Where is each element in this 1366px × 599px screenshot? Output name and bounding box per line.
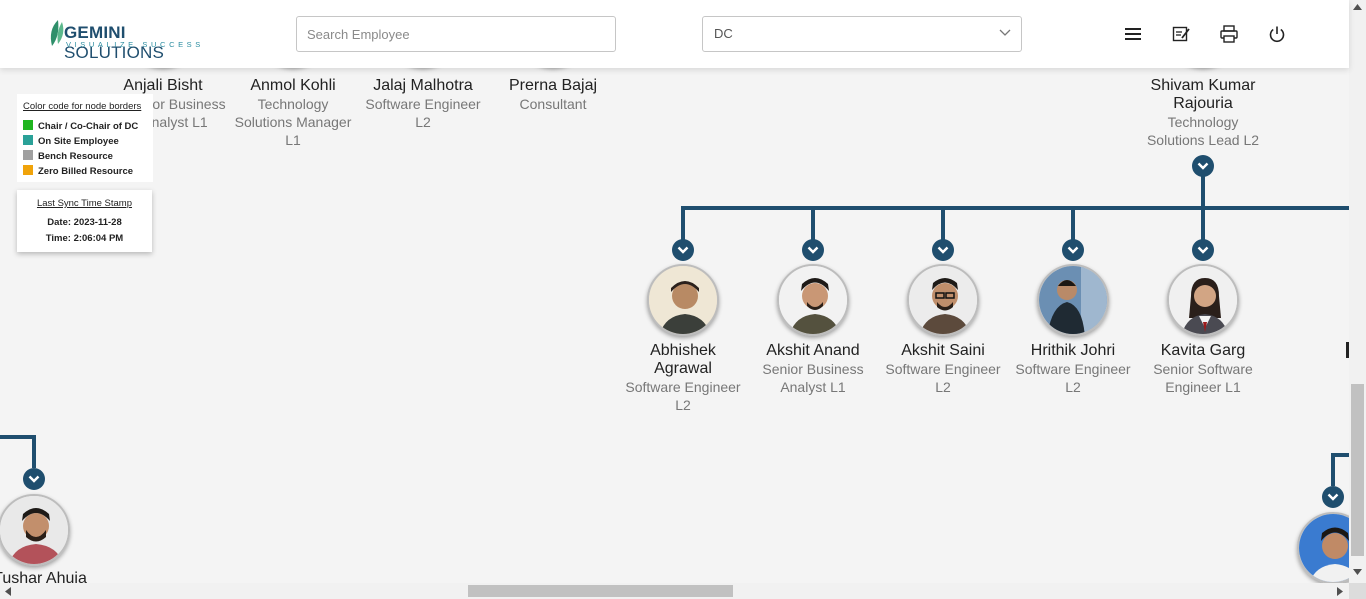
print-icon[interactable] [1219,24,1239,44]
employee-name: Prerna Bajaj [508,77,598,94]
expand-toggle-icon[interactable] [1322,486,1344,508]
horizontal-scroll-thumb[interactable] [468,585,733,597]
app-header: GEMINI SOLUTIONS VISUALIZE SUCCESS DC [0,0,1349,68]
search-input[interactable] [296,16,616,52]
horizontal-scrollbar[interactable] [0,583,1349,599]
employee-name: Shivam Kumar Rajouria [1150,77,1256,112]
employee-name: Hrithik Johri [1030,342,1116,359]
employee-name: Jalaj Malhotra [373,77,473,94]
avatar[interactable] [1167,264,1239,336]
legend-item: Chair / Co-Chair of DC [23,120,138,132]
avatar[interactable] [907,264,979,336]
legend-item: Zero Billed Resource [23,165,133,177]
expand-toggle-icon[interactable] [932,239,954,261]
vertical-scroll-thumb[interactable] [1351,384,1364,556]
employee-node[interactable]: Shivam Kumar Rajouria Technology Solutio… [1138,77,1268,149]
scroll-right-icon[interactable] [1337,587,1343,596]
employee-name: Akshit Saini [901,342,985,359]
employee-name: Anjali Bisht [123,77,203,94]
collapse-toggle-icon[interactable] [1192,155,1214,177]
employee-node[interactable]: Anmol Kohli Technology Solutions Manager… [228,77,358,149]
employee-node[interactable]: Hrithik Johri Software Engineer L2 [1008,342,1138,396]
sync-timestamp-card: Last Sync Time Stamp Date: 2023-11-28 Ti… [17,190,152,252]
scroll-left-icon[interactable] [5,587,11,596]
employee-role: Software Engineer L2 [625,379,741,413]
employee-name: Kavita Garg [1160,342,1246,359]
company-logo[interactable]: GEMINI SOLUTIONS VISUALIZE SUCCESS [46,18,216,62]
employee-node[interactable]: Prerna Bajaj Consultant [488,77,618,113]
avatar[interactable] [1037,264,1109,336]
employee-role: Software Engineer L2 [885,361,1001,395]
employee-node[interactable]: Jalaj Malhotra Software Engineer L2 [358,77,488,131]
scroll-down-icon[interactable] [1353,569,1362,575]
employee-node[interactable]: Abhishek Agrawal Software Engineer L2 [618,342,748,414]
color-legend: Color code for node borders Chair / Co-C… [17,94,153,182]
chevron-down-icon [999,29,1011,36]
menu-icon[interactable] [1123,24,1143,44]
legend-swatch [23,135,33,145]
legend-swatch [23,150,33,160]
employee-node[interactable]: Kavita Garg Senior Software Engineer L1 [1138,342,1268,396]
sync-title: Last Sync Time Stamp [36,198,133,209]
expand-toggle-icon[interactable] [1192,239,1214,261]
power-icon[interactable] [1267,24,1287,44]
avatar[interactable] [0,494,70,566]
employee-node[interactable]: Tushar Ahuja [0,570,105,583]
scroll-up-icon[interactable] [1353,4,1362,10]
vertical-scrollbar[interactable] [1349,0,1366,583]
avatar[interactable] [777,264,849,336]
department-select[interactable]: DC [702,16,1022,52]
employee-name: Abhishek Agrawal [650,342,716,377]
legend-item: Bench Resource [23,150,113,162]
sync-time: Time: 2:06:04 PM [45,233,124,244]
sync-date: Date: 2023-11-28 [47,217,122,228]
avatar[interactable] [647,264,719,336]
scrollbar-corner [1349,583,1366,599]
employee-role: Software Engineer L2 [365,96,481,130]
employee-role: Consultant [519,96,587,112]
employee-node[interactable]: Akshit Anand Senior Business Analyst L1 [748,342,878,396]
expand-toggle-icon[interactable] [23,468,45,490]
employee-role: Technology Solutions Manager L1 [234,96,352,148]
employee-name: Anmol Kohli [250,77,336,94]
org-chart-canvas[interactable]: Anjali Bisht Senior Business Analyst L1 … [0,0,1349,583]
employee-role: Senior Business Analyst L1 [762,361,864,395]
employee-name: Akshit Anand [766,342,860,359]
department-selected-value: DC [714,26,733,41]
legend-swatch [23,165,33,175]
employee-node[interactable]: Akshit Saini Software Engineer L2 [878,342,1008,396]
employee-name: Tushar Ahuja [0,570,87,583]
logo-tagline: VISUALIZE SUCCESS [66,40,204,49]
expand-toggle-icon[interactable] [672,239,694,261]
legend-item: On Site Employee [23,135,119,147]
employee-role: Technology Solutions Lead L2 [1146,114,1260,148]
expand-toggle-icon[interactable] [1062,239,1084,261]
employee-role: Software Engineer L2 [1015,361,1131,395]
employee-role: Senior Software Engineer L1 [1153,361,1253,395]
expand-toggle-icon[interactable] [802,239,824,261]
legend-title: Color code for node borders [23,101,142,112]
notes-icon[interactable] [1171,24,1191,44]
legend-swatch [23,120,33,130]
